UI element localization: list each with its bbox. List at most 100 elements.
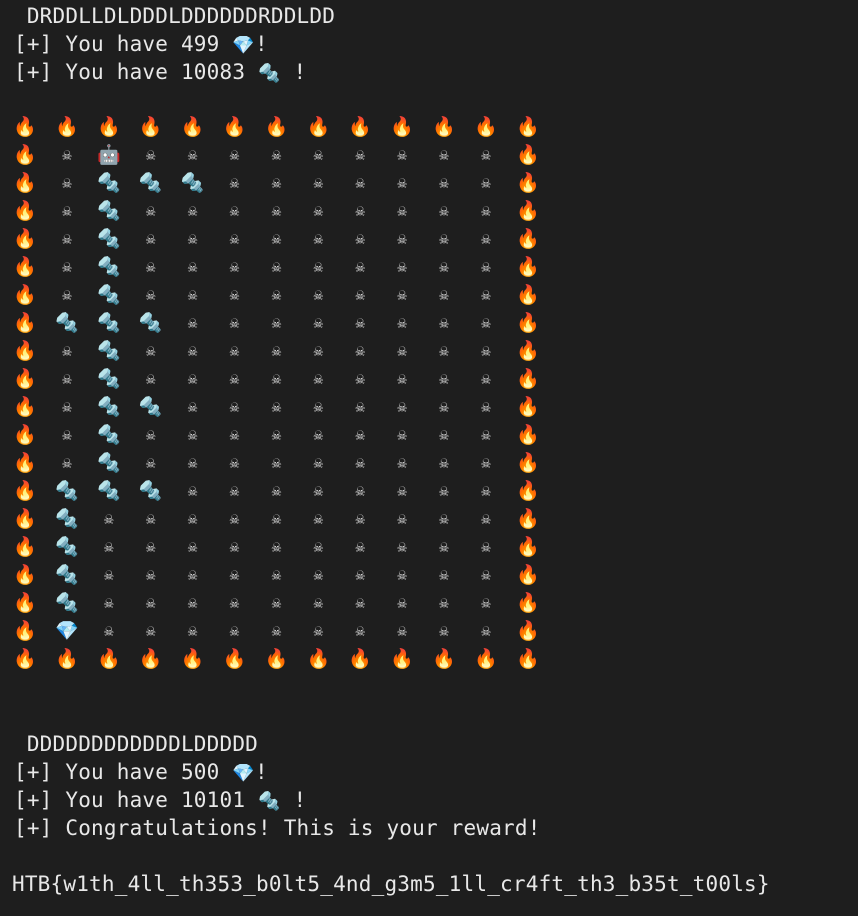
skull-icon: ☠ [355, 537, 365, 556]
skull-icon: ☠ [229, 509, 240, 528]
fire-icon: 🔥 [306, 648, 331, 670]
skull-icon: ☠ [103, 565, 114, 584]
skull-icon: ☠ [145, 257, 156, 276]
skull-icon: ☠ [62, 257, 72, 276]
skull-icon: ☠ [145, 593, 156, 612]
skull-icon: ☠ [397, 201, 407, 220]
skull-icon: ☠ [397, 285, 407, 304]
fire-icon: 🔥 [138, 116, 163, 138]
skull-icon: ☠ [187, 481, 198, 500]
fire-icon: 🔥 [515, 620, 540, 642]
fire-icon: 🔥 [515, 396, 540, 418]
skull-icon: ☠ [229, 593, 240, 612]
skull-icon: ☠ [439, 425, 449, 444]
skull-icon: ☠ [62, 369, 72, 388]
fire-icon: 🔥 [515, 508, 540, 530]
skull-icon: ☠ [187, 369, 198, 388]
fire-icon: 🔥 [55, 116, 79, 138]
fire-icon: 🔥 [13, 536, 37, 558]
bolt-count-suffix: ! [280, 60, 307, 84]
skull-icon: ☠ [397, 537, 407, 556]
fire-icon: 🔥 [138, 648, 163, 670]
skull-icon: ☠ [397, 621, 407, 640]
bolt-icon: 🔩 [55, 508, 79, 530]
skull-icon: ☠ [397, 593, 407, 612]
fire-icon: 🔥 [13, 480, 37, 502]
skull-icon: ☠ [187, 201, 198, 220]
skull-icon: ☠ [229, 145, 240, 164]
skull-icon: ☠ [271, 425, 282, 444]
skull-icon: ☠ [481, 341, 491, 360]
skull-icon: ☠ [271, 313, 282, 332]
skull-icon: ☠ [481, 145, 491, 164]
skull-icon: ☠ [313, 369, 324, 388]
fire-icon: 🔥 [515, 228, 540, 250]
skull-icon: ☠ [313, 509, 324, 528]
skull-icon: ☠ [229, 481, 240, 500]
bolt-icon: 🔩 [96, 228, 121, 250]
bolt-icon: 🔩 [138, 396, 163, 418]
skull-icon: ☠ [439, 369, 449, 388]
skull-icon: ☠ [481, 313, 491, 332]
fire-icon: 🔥 [515, 312, 540, 334]
skull-icon: ☠ [397, 425, 407, 444]
skull-icon: ☠ [439, 397, 449, 416]
skull-icon: ☠ [481, 369, 491, 388]
gem-icon: 💎 [55, 620, 79, 642]
skull-icon: ☠ [313, 397, 324, 416]
skull-icon: ☠ [481, 201, 491, 220]
skull-icon: ☠ [439, 257, 449, 276]
skull-icon: ☠ [271, 257, 282, 276]
skull-icon: ☠ [313, 257, 324, 276]
skull-icon: ☠ [229, 537, 240, 556]
skull-icon: ☠ [313, 565, 324, 584]
skull-icon: ☠ [229, 453, 240, 472]
skull-icon: ☠ [397, 341, 407, 360]
fire-icon: 🔥 [306, 116, 331, 138]
skull-icon: ☠ [62, 145, 72, 164]
bolt-icon: 🔩 [138, 172, 163, 194]
fire-icon: 🔥 [390, 648, 414, 670]
skull-icon: ☠ [187, 537, 198, 556]
fire-icon: 🔥 [432, 116, 456, 138]
skull-icon: ☠ [397, 229, 407, 248]
fire-icon: 🔥 [96, 116, 121, 138]
skull-icon: ☠ [271, 369, 282, 388]
skull-icon: ☠ [313, 341, 324, 360]
skull-icon: ☠ [229, 257, 240, 276]
skull-icon: ☠ [62, 397, 72, 416]
skull-icon: ☠ [397, 481, 407, 500]
skull-icon: ☠ [145, 229, 156, 248]
fire-icon: 🔥 [13, 116, 37, 138]
skull-icon: ☠ [145, 201, 156, 220]
fire-icon: 🔥 [515, 564, 540, 586]
fire-icon: 🔥 [432, 648, 456, 670]
bolt-icon: 🔩 [96, 424, 121, 446]
fire-icon: 🔥 [515, 452, 540, 474]
bolt-icon: 🔩 [96, 452, 121, 474]
fire-icon: 🔥 [13, 144, 37, 166]
skull-icon: ☠ [187, 425, 198, 444]
skull-icon: ☠ [271, 509, 282, 528]
skull-icon: ☠ [187, 145, 198, 164]
skull-icon: ☠ [313, 621, 324, 640]
gem-icon: 💎 [232, 35, 255, 56]
bolt-icon: 🔩 [55, 312, 79, 334]
bolt-icon: 🔩 [96, 312, 121, 334]
fire-icon: 🔥 [180, 116, 205, 138]
bolt-icon: 🔩 [138, 480, 163, 502]
skull-icon: ☠ [271, 621, 282, 640]
fire-icon: 🔥 [13, 424, 37, 446]
bolt-icon: 🔩 [138, 312, 163, 334]
skull-icon: ☠ [271, 201, 282, 220]
skull-icon: ☠ [439, 313, 449, 332]
skull-icon: ☠ [355, 621, 365, 640]
skull-icon: ☠ [397, 173, 407, 192]
skull-icon: ☠ [481, 173, 491, 192]
terminal-window: DRDDLLDLDDDLDDDDDDRDDLDD [+] You have 49… [0, 0, 858, 916]
skull-icon: ☠ [271, 565, 282, 584]
bolt-count-text: [+] You have 10101 [14, 788, 259, 812]
skull-icon: ☠ [229, 621, 240, 640]
skull-icon: ☠ [439, 173, 449, 192]
skull-icon: ☠ [187, 313, 198, 332]
